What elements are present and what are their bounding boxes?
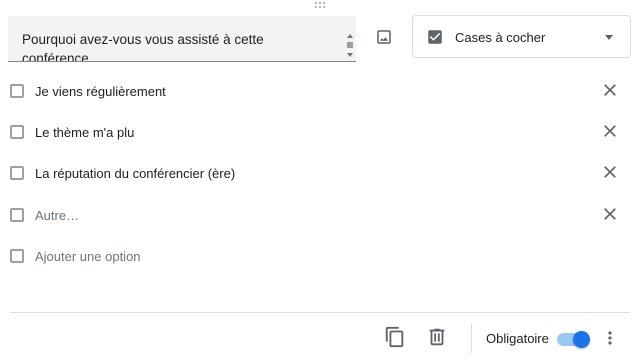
required-toggle[interactable] <box>557 331 591 348</box>
question-title-field[interactable]: Pourquoi avez-vous vous assisté à cette … <box>8 16 356 62</box>
close-icon[interactable] <box>600 80 620 100</box>
question-title-text[interactable]: Pourquoi avez-vous vous assisté à cette … <box>22 30 332 61</box>
image-icon <box>377 30 391 44</box>
checkbox-icon <box>10 166 24 180</box>
close-icon[interactable] <box>600 121 620 141</box>
option-label-other[interactable]: Autre… <box>35 208 79 223</box>
checkbox-icon <box>10 84 24 98</box>
option-row: Je viens régulièrement <box>0 75 640 109</box>
add-image-button[interactable] <box>372 25 396 49</box>
question-scrollbar[interactable] <box>346 34 354 60</box>
drag-handle-icon[interactable] <box>312 2 328 10</box>
checkbox-icon <box>10 208 24 222</box>
option-label[interactable]: La réputation du conférencier (ère) <box>35 166 235 181</box>
footer-divider <box>10 312 630 313</box>
scroll-thumb[interactable] <box>347 42 353 48</box>
toggle-knob <box>573 331 590 348</box>
checkbox-icon <box>10 249 24 263</box>
option-row: La réputation du conférencier (ère) <box>0 157 640 191</box>
close-icon[interactable] <box>600 162 620 182</box>
more-vert-icon[interactable] <box>600 328 620 348</box>
checkbox-checked-icon <box>428 30 442 44</box>
footer-vertical-divider <box>471 323 472 353</box>
add-option-row: Ajouter une option <box>0 240 640 274</box>
close-icon[interactable] <box>600 204 620 224</box>
option-label[interactable]: Le thème m'a plu <box>35 125 134 140</box>
caret-down-icon <box>605 35 613 40</box>
trash-icon[interactable] <box>426 326 448 348</box>
add-option-button[interactable]: Ajouter une option <box>35 249 141 264</box>
required-label: Obligatoire <box>486 331 549 346</box>
scroll-up-icon[interactable] <box>347 34 353 38</box>
option-row: Le thème m'a plu <box>0 116 640 150</box>
question-type-label: Cases à cocher <box>455 30 546 45</box>
scroll-down-icon[interactable] <box>347 53 353 57</box>
option-label[interactable]: Je viens régulièrement <box>35 84 166 99</box>
option-row-other: Autre… <box>0 199 640 233</box>
checkbox-icon <box>10 125 24 139</box>
question-type-select[interactable]: Cases à cocher <box>412 15 631 58</box>
copy-icon[interactable] <box>384 326 406 348</box>
